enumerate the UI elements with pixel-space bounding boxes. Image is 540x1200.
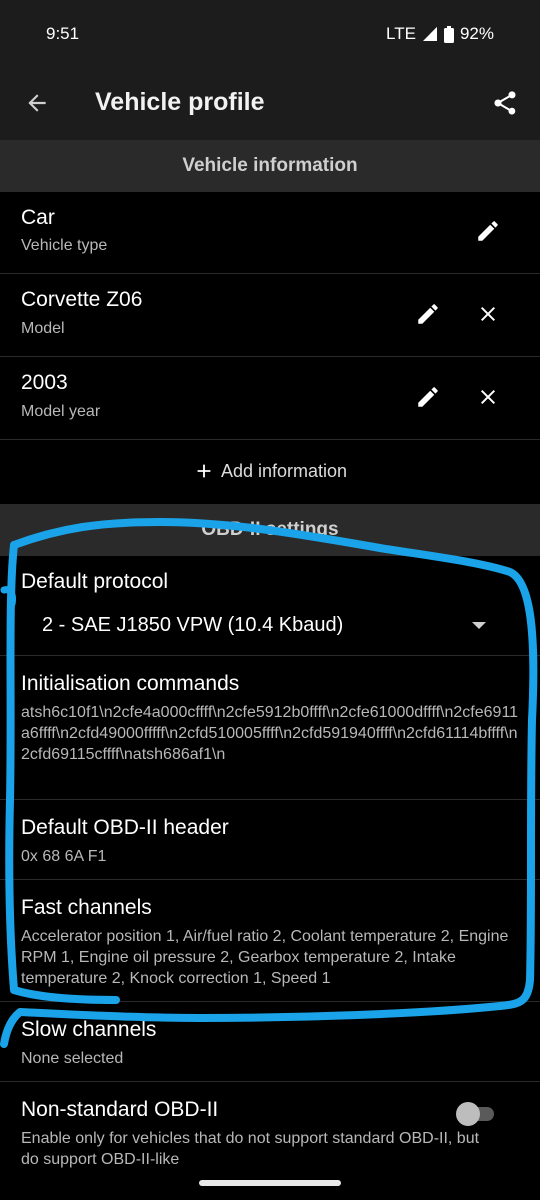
page-title: Vehicle profile xyxy=(95,88,265,116)
init-commands-value: atsh6c10f1\n2cfe4a000cffff\n2cfe5912b0ff… xyxy=(21,704,519,763)
pencil-icon xyxy=(418,387,438,407)
vehicle-type-label: Vehicle type xyxy=(21,237,108,254)
home-indicator[interactable] xyxy=(199,1180,341,1186)
default-protocol-title: Default protocol xyxy=(21,570,169,593)
default-header-setting[interactable]: Default OBD-II header 0x 68 6A F1 xyxy=(0,800,540,880)
model-year-row[interactable]: 2003 Model year xyxy=(0,357,540,440)
init-commands-title: Initialisation commands xyxy=(21,672,240,695)
plus-icon xyxy=(197,464,211,478)
status-time: 9:51 xyxy=(46,24,80,43)
status-icons: LTE 92% xyxy=(386,24,494,44)
vehicle-type-value: Car xyxy=(21,206,55,229)
init-commands-setting[interactable]: Initialisation commands atsh6c10f1\n2cfe… xyxy=(0,656,540,800)
nonstandard-obd-toggle[interactable] xyxy=(456,1100,496,1128)
model-year-value: 2003 xyxy=(21,371,68,394)
edit-model-button[interactable] xyxy=(408,294,448,334)
back-arrow-icon xyxy=(28,94,46,112)
protocol-selected-value: 2 - SAE J1850 VPW (10.4 Kbaud) xyxy=(42,614,344,636)
add-information-button[interactable]: Add information xyxy=(0,440,540,502)
section-header-vehicle-info: Vehicle information xyxy=(0,140,540,192)
fast-channels-setting[interactable]: Fast channels Accelerator position 1, Ai… xyxy=(0,880,540,1002)
model-label: Model xyxy=(21,320,65,337)
status-bar: 9:51 LTE 92% xyxy=(0,0,540,66)
fast-channels-value: Accelerator position 1, Air/fuel ratio 2… xyxy=(21,928,509,987)
slow-channels-setting[interactable]: Slow channels None selected xyxy=(0,1002,540,1082)
default-header-title: Default OBD-II header xyxy=(21,816,229,839)
section-header-obd: OBD-II settings xyxy=(0,504,540,556)
slow-channels-title: Slow channels xyxy=(21,1018,157,1041)
close-icon xyxy=(481,307,495,321)
model-row[interactable]: Corvette Z06 Model xyxy=(0,274,540,357)
share-button[interactable] xyxy=(486,84,524,122)
add-information-label: Add information xyxy=(220,460,348,481)
back-button[interactable] xyxy=(18,84,56,122)
pencil-icon xyxy=(418,304,438,324)
nonstandard-obd-title: Non-standard OBD-II xyxy=(21,1098,219,1121)
close-icon xyxy=(481,390,495,404)
pencil-icon xyxy=(478,221,498,241)
edit-model-year-button[interactable] xyxy=(408,377,448,417)
app-bar: Vehicle profile xyxy=(0,66,540,140)
vehicle-type-row[interactable]: Car Vehicle type xyxy=(0,192,540,274)
network-label: LTE xyxy=(386,24,416,43)
protocol-dropdown[interactable]: 2 - SAE J1850 VPW (10.4 Kbaud) xyxy=(42,614,500,644)
model-value: Corvette Z06 xyxy=(21,288,143,311)
edit-vehicle-type-button[interactable] xyxy=(468,211,508,251)
model-year-label: Model year xyxy=(21,403,101,420)
remove-model-button[interactable] xyxy=(468,294,508,334)
remove-model-year-button[interactable] xyxy=(468,377,508,417)
toggle-thumb xyxy=(456,1102,480,1126)
nonstandard-obd-description: Enable only for vehicles that do not sup… xyxy=(21,1130,480,1168)
slow-channels-value: None selected xyxy=(21,1050,124,1067)
battery-percent: 92% xyxy=(459,24,494,43)
battery-icon xyxy=(443,25,454,43)
signal-icon xyxy=(422,27,437,41)
dropdown-arrow-icon xyxy=(472,622,486,629)
default-header-value: 0x 68 6A F1 xyxy=(21,848,107,865)
share-icon xyxy=(494,91,516,115)
fast-channels-title: Fast channels xyxy=(21,896,152,919)
